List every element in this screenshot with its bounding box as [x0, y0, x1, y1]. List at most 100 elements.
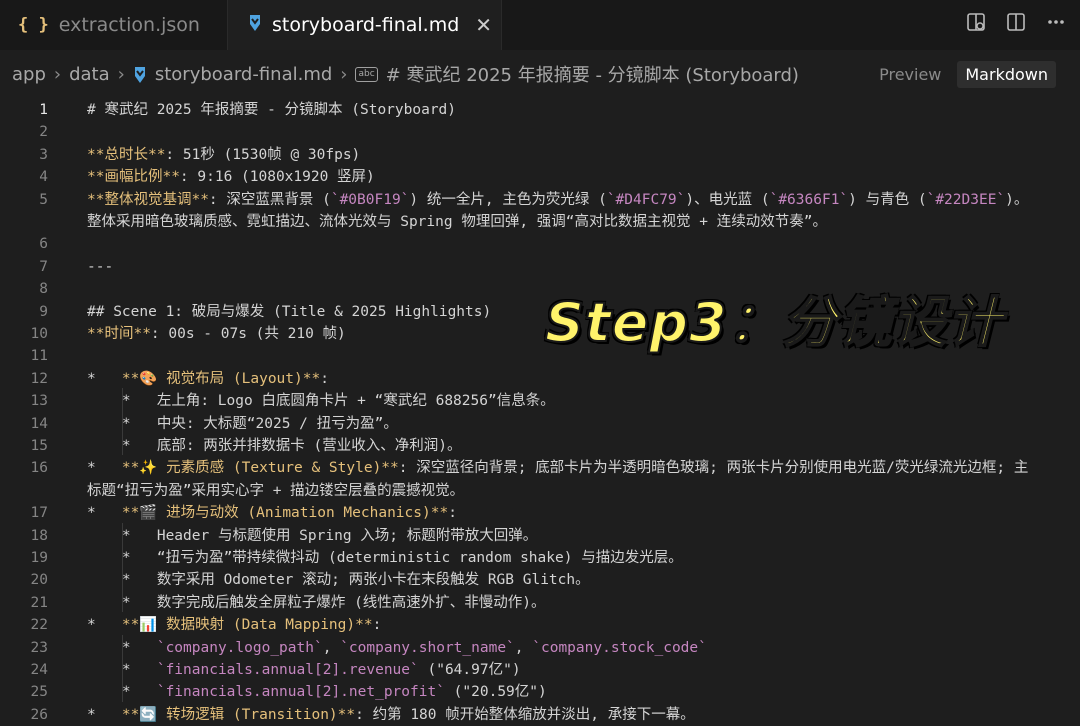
- tab-bar: { } extraction.json storyboard-final.md …: [0, 0, 1080, 51]
- line-text: * `financials.annual[2].revenue` ("64.97…: [121, 662, 521, 678]
- line-number: 6: [39, 236, 48, 253]
- editor-line[interactable]: 13 * 左上角: Logo 白底圆角卡片 + “寒武纪 688256”信息条。: [0, 390, 1080, 412]
- line-text: * **📊 数据映射 (Data Mapping)**:: [87, 617, 382, 634]
- chevron-right-icon: ›: [53, 63, 62, 85]
- more-actions-icon[interactable]: [1046, 12, 1066, 37]
- line-number: 23: [30, 639, 48, 656]
- editor-line[interactable]: 标题“扭亏为盈”采用实心字 + 描边镂空层叠的震撼视觉。: [0, 480, 1080, 502]
- editor-line[interactable]: 20 * 数字采用 Odometer 滚动; 两张小卡在末段触发 RGB Gli…: [0, 569, 1080, 591]
- line-text: * `financials.annual[2].net_profit` ("20…: [121, 684, 547, 701]
- breadcrumb-item-app[interactable]: app: [12, 64, 46, 85]
- line-number: 7: [39, 258, 48, 275]
- view-toggle: Preview Markdown: [871, 61, 1056, 88]
- editor-line[interactable]: 19 * “扭亏为盈”带持续微抖动 (deterministic random …: [0, 547, 1080, 569]
- editor-line[interactable]: 25 * `financials.annual[2].net_profit` (…: [0, 681, 1080, 703]
- line-text: # 寒武纪 2025 年报摘要 - 分镜脚本 (Storyboard): [87, 102, 457, 118]
- line-number: 16: [30, 460, 48, 477]
- split-editor-icon[interactable]: [1006, 12, 1026, 37]
- line-text: * Header 与标题使用 Spring 入场; 标题附带放大回弹。: [87, 527, 538, 544]
- line-number: 8: [39, 281, 48, 298]
- indent-guide: [122, 522, 123, 613]
- line-number: 4: [39, 169, 48, 186]
- line-number: 20: [30, 572, 48, 589]
- tab-storyboard-final-md[interactable]: storyboard-final.md ✕: [228, 0, 502, 50]
- editor-line[interactable]: 21 * 数字完成后触发全屏粒子爆炸 (线性高速外扩、非慢动作)。: [0, 592, 1080, 614]
- line-number: 2: [39, 124, 48, 141]
- markdown-icon: [133, 64, 147, 85]
- tab-label: extraction.json: [58, 14, 200, 36]
- line-text: **画幅比例**: 9:16 (1080x1920 竖屏): [87, 169, 375, 186]
- markdown-icon: [248, 14, 262, 37]
- chevron-right-icon: ›: [117, 63, 125, 85]
- line-text: * **✨ 元素质感 (Texture & Style)**: 深空蓝径向背景;…: [87, 460, 1029, 477]
- line-text: * **🎨 视觉布局 (Layout)**:: [87, 370, 329, 387]
- line-text: * **🎬 进场与动效 (Animation Mechanics)**:: [87, 505, 457, 522]
- overlay-caption: Step3：分镜设计: [544, 290, 1003, 355]
- scrollbar[interactable]: [1072, 98, 1080, 726]
- line-text: * 数字采用 Odometer 滚动; 两张小卡在末段触发 RGB Glitch…: [87, 572, 590, 589]
- line-text: * 中央: 大标题“2025 / 扭亏为盈”。: [87, 415, 398, 432]
- line-number: 22: [30, 617, 48, 634]
- line-number: 21: [30, 594, 48, 611]
- json-file-icon: { }: [18, 15, 49, 35]
- editor-line[interactable]: 3 **总时长**: 51秒 (1530帧 @ 30fps): [0, 144, 1080, 166]
- line-number: 1: [39, 102, 48, 118]
- line-text: **整体视觉基调**: 深空蓝黑背景 (`#0B0F19`) 统一全片, 主色为…: [87, 191, 1029, 208]
- preview-button[interactable]: Preview: [871, 61, 949, 88]
- line-number: 26: [30, 706, 48, 723]
- line-number: 9: [39, 303, 48, 320]
- line-text: * 数字完成后触发全屏粒子爆炸 (线性高速外扩、非慢动作)。: [87, 594, 546, 611]
- markdown-button[interactable]: Markdown: [957, 61, 1056, 88]
- line-text: 标题“扭亏为盈”采用实心字 + 描边镂空层叠的震撼视觉。: [87, 482, 465, 499]
- code-editor[interactable]: 1 # 寒武纪 2025 年报摘要 - 分镜脚本 (Storyboard) 2 3 **…: [0, 98, 1080, 726]
- editor-line[interactable]: 26 * **🔄 转场逻辑 (Transition)**: 约第 180 帧开始整…: [0, 704, 1080, 726]
- editor-line[interactable]: 6: [0, 233, 1080, 255]
- breadcrumb-item-heading[interactable]: # 寒武纪 2025 年报摘要 - 分镜脚本 (Storyboard): [386, 61, 799, 87]
- tab-label: storyboard-final.md: [272, 14, 460, 36]
- breadcrumb-item-data[interactable]: data: [69, 64, 110, 85]
- indent-guide: [122, 388, 123, 456]
- line-number: 15: [30, 438, 48, 454]
- editor-line[interactable]: 16 * **✨ 元素质感 (Texture & Style)**: 深空蓝径向背…: [0, 457, 1080, 479]
- line-text: ## Scene 1: 破局与爆发 (Title & 2025 Highligh…: [87, 303, 492, 320]
- line-text: * 左上角: Logo 白底圆角卡片 + “寒武纪 688256”信息条。: [87, 393, 555, 410]
- editor-line[interactable]: 12 * **🎨 视觉布局 (Layout)**:: [0, 368, 1080, 390]
- editor-line[interactable]: 7 ---: [0, 256, 1080, 278]
- editor-line[interactable]: 2: [0, 121, 1080, 143]
- close-icon[interactable]: ✕: [475, 13, 492, 37]
- line-text: ---: [87, 258, 114, 275]
- editor-line[interactable]: 14 * 中央: 大标题“2025 / 扭亏为盈”。: [0, 413, 1080, 435]
- line-number: 3: [39, 146, 48, 163]
- chevron-right-icon: ›: [340, 63, 348, 85]
- line-number: 17: [30, 505, 48, 522]
- line-number: 12: [30, 370, 48, 387]
- symbol-string-icon: abc: [355, 66, 378, 82]
- line-number: 13: [30, 393, 48, 410]
- editor-line[interactable]: 18 * Header 与标题使用 Spring 入场; 标题附带放大回弹。: [0, 525, 1080, 547]
- editor-line[interactable]: 22 * **📊 数据映射 (Data Mapping)**:: [0, 614, 1080, 636]
- editor-actions: [966, 12, 1066, 37]
- editor-line[interactable]: 23 * `company.logo_path`, `company.short…: [0, 637, 1080, 659]
- editor-line[interactable]: 15 * 底部: 两张并排数据卡 (营业收入、净利润)。: [0, 435, 1080, 457]
- line-number: 11: [30, 348, 48, 365]
- editor-line[interactable]: 24 * `financials.annual[2].revenue` ("64…: [0, 659, 1080, 681]
- line-number: 18: [30, 527, 48, 544]
- line-text: **总时长**: 51秒 (1530帧 @ 30fps): [87, 146, 361, 163]
- line-number: 14: [30, 415, 48, 432]
- tab-extraction-json[interactable]: { } extraction.json: [0, 0, 228, 50]
- editor-line[interactable]: 1 # 寒武纪 2025 年报摘要 - 分镜脚本 (Storyboard): [0, 99, 1080, 121]
- line-text: **时间**: 00s - 07s (共 210 帧): [87, 326, 346, 342]
- line-number: 24: [30, 662, 48, 678]
- breadcrumb-item-file[interactable]: storyboard-final.md: [155, 64, 332, 85]
- editor-line[interactable]: 整体采用暗色玻璃质感、霓虹描边、流体光效与 Spring 物理回弹, 强调“高对…: [0, 211, 1080, 233]
- line-number: 25: [30, 684, 48, 701]
- line-number: 19: [30, 550, 48, 566]
- line-number: 5: [39, 191, 48, 208]
- editor-line[interactable]: 4 **画幅比例**: 9:16 (1080x1920 竖屏): [0, 166, 1080, 188]
- open-preview-icon[interactable]: [966, 12, 986, 37]
- line-text: * “扭亏为盈”带持续微抖动 (deterministic random sha…: [87, 550, 683, 566]
- line-text: * 底部: 两张并排数据卡 (营业收入、净利润)。: [87, 438, 462, 454]
- editor-line[interactable]: 5 **整体视觉基调**: 深空蓝黑背景 (`#0B0F19`) 统一全片, 主色…: [0, 189, 1080, 211]
- line-text: * `company.logo_path`, `company.short_na…: [121, 639, 707, 656]
- editor-line[interactable]: 17 * **🎬 进场与动效 (Animation Mechanics)**:: [0, 502, 1080, 524]
